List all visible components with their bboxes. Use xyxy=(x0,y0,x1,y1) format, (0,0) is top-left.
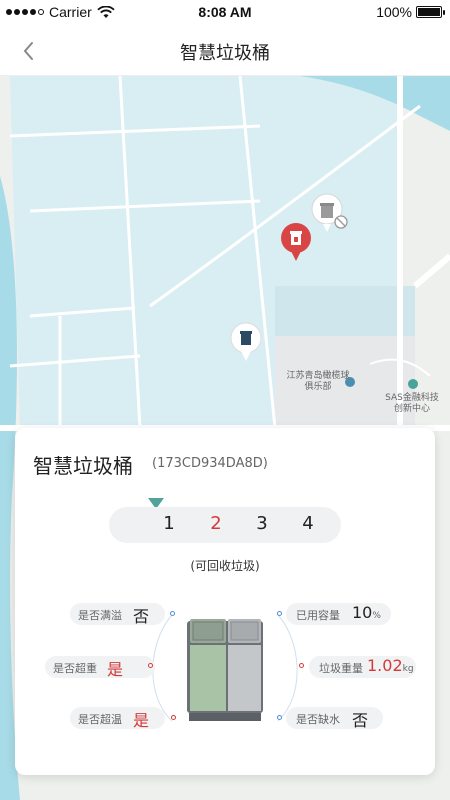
stat-capacity-label: 已用容量 xyxy=(296,609,340,622)
indicator-dot xyxy=(171,715,176,720)
stat-water-label: 是否缺水 xyxy=(296,713,340,726)
indicator-dot xyxy=(170,611,175,616)
status-right: 100% xyxy=(376,4,445,20)
trash-can-icon xyxy=(311,193,348,232)
smart-bin-image xyxy=(187,619,263,721)
stat-capacity-value: 10% xyxy=(352,603,381,622)
indicator-dot xyxy=(277,715,282,720)
status-bar: Carrier 8:08 AM 100% xyxy=(0,0,450,26)
bin-info-card: 智慧垃圾桶 (173CD934DA8D) 1 2 3 4 (可回收垃圾) 是否满… xyxy=(15,428,435,775)
stat-overflow-label: 是否满溢 xyxy=(78,609,122,622)
map-label-club: 俱乐部 xyxy=(304,380,331,392)
battery-icon xyxy=(416,6,445,18)
weight-unit: kg xyxy=(402,664,414,674)
battery-percent: 100% xyxy=(376,4,412,20)
capacity-number: 10 xyxy=(352,603,373,622)
capacity-unit: % xyxy=(372,611,381,621)
stat-overheat-value: 是 xyxy=(133,711,150,730)
stat-weight-label: 垃圾重量 xyxy=(319,662,363,675)
nav-bar: 智慧垃圾桶 xyxy=(0,26,450,76)
stat-capacity: 已用容量 10% xyxy=(286,603,391,625)
bin-marker-offline[interactable] xyxy=(310,192,348,234)
stat-overflow: 是否满溢 否 xyxy=(70,603,165,626)
stat-overheat: 是否超温 是 xyxy=(70,707,165,730)
stat-overflow-value: 否 xyxy=(133,607,150,626)
map-label-center: 创新中心 xyxy=(394,402,430,414)
stat-water: 是否缺水 否 xyxy=(286,707,383,730)
stat-overweight-label: 是否超重 xyxy=(53,662,97,675)
weight-number: 1.02 xyxy=(367,656,403,675)
stat-weight: 垃圾重量 1.02kg xyxy=(309,656,416,678)
stat-overweight: 是否超重 是 xyxy=(45,656,155,679)
bin-marker-alert[interactable] xyxy=(279,221,313,263)
page-title: 智慧垃圾桶 xyxy=(180,43,270,64)
stat-overheat-label: 是否超温 xyxy=(78,713,122,726)
bin-marker-normal[interactable] xyxy=(229,321,263,363)
indicator-dot xyxy=(277,611,282,616)
stat-overweight-value: 是 xyxy=(107,660,124,679)
trash-can-icon xyxy=(281,223,311,261)
stat-weight-value: 1.02kg xyxy=(367,656,414,675)
stat-water-value: 否 xyxy=(352,711,369,730)
indicator-dot xyxy=(299,663,304,668)
trash-can-icon xyxy=(230,322,262,361)
map-label-rugby: 江苏青岛橄榄球 xyxy=(286,369,349,381)
indicator-dot xyxy=(148,663,153,668)
map-label-sas: SAS金融科技 xyxy=(385,391,439,403)
